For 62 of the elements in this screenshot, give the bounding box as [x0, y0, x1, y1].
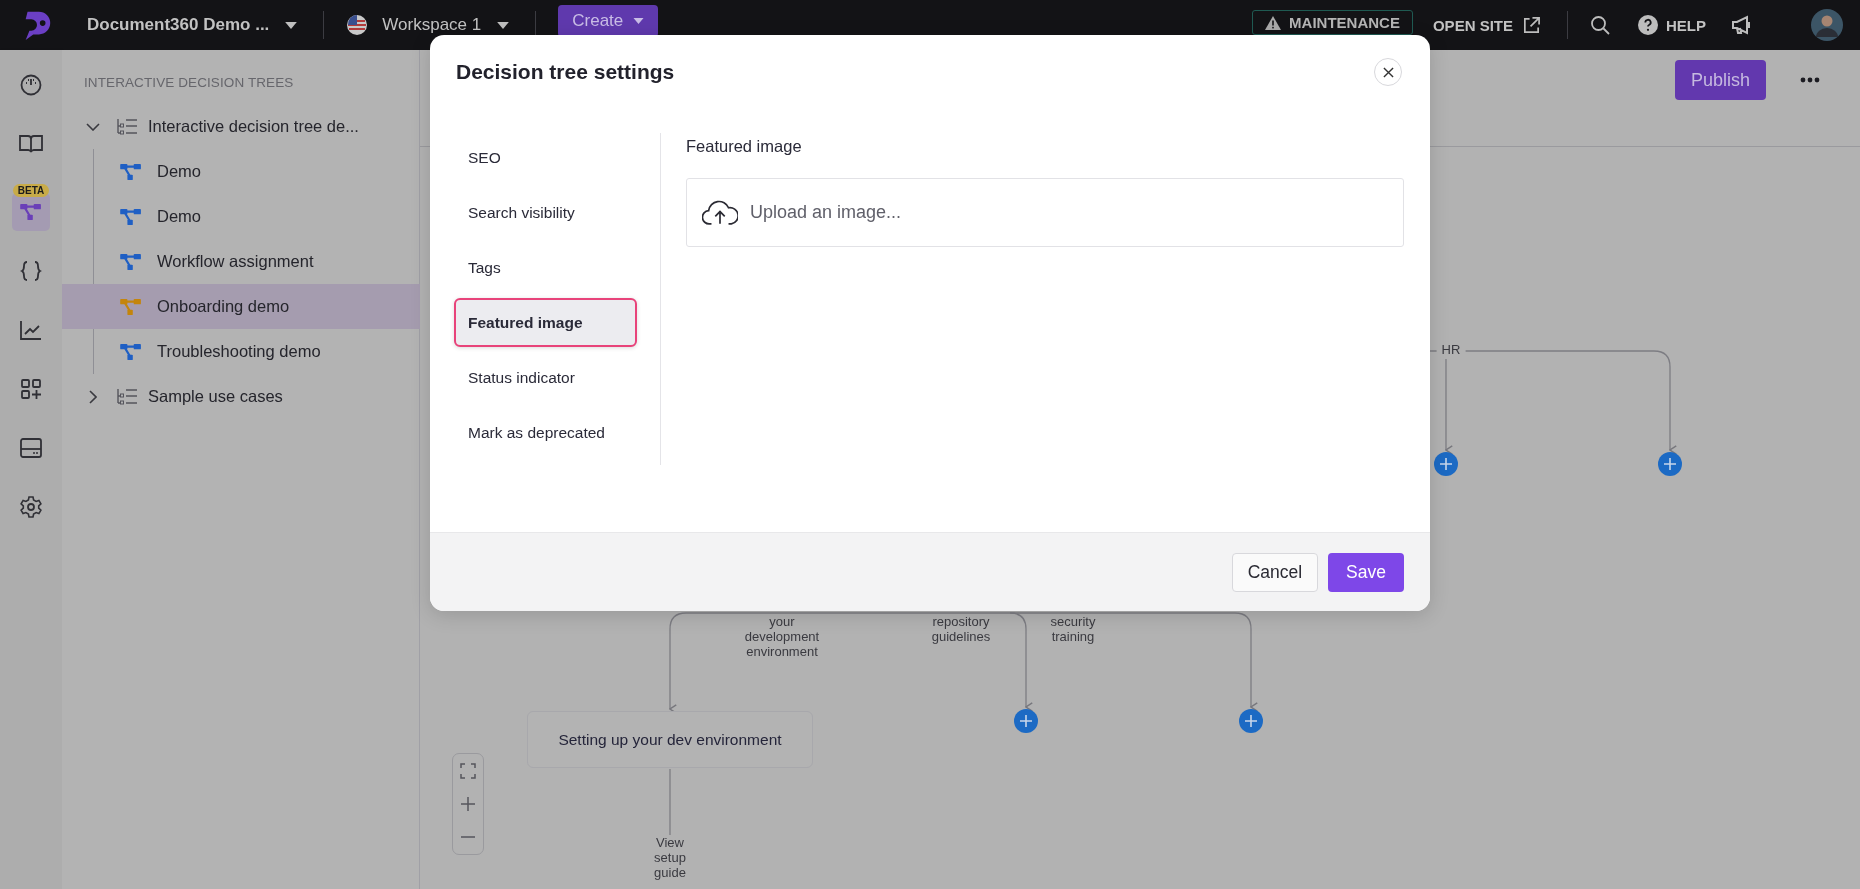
cancel-button[interactable]: Cancel [1231, 552, 1319, 592]
create-button[interactable]: Create [558, 5, 659, 37]
braces-icon [20, 260, 42, 282]
folder-row[interactable]: Interactive decision tree de... [62, 104, 419, 149]
upload-field[interactable]: Upload an image... [686, 178, 1404, 247]
maintenance-label: MAINTENANCE [1289, 14, 1400, 31]
settings-tab[interactable]: Mark as deprecated [454, 408, 637, 457]
flag-icon [346, 14, 369, 36]
help-link[interactable]: HELP [1666, 16, 1706, 34]
add-node-icon[interactable] [1239, 709, 1263, 733]
add-node-icon[interactable] [1658, 452, 1682, 476]
add-node-icon[interactable] [1434, 452, 1458, 476]
publish-button[interactable]: Publish [1674, 60, 1766, 100]
section-heading: INTERACTIVE DECISION TREES [83, 75, 295, 90]
avatar[interactable] [1811, 9, 1843, 41]
maintenance-badge[interactable]: MAINTENANCE [1252, 10, 1413, 35]
nav-button[interactable] [12, 193, 50, 231]
caret-icon[interactable] [285, 21, 298, 29]
apps-icon [21, 379, 41, 399]
gauge-icon [20, 74, 42, 96]
open-site-link[interactable]: OPEN SITE [1432, 16, 1513, 34]
settings-tab[interactable]: Tags [454, 243, 637, 292]
search-icon[interactable] [1590, 15, 1610, 35]
close-button[interactable] [1374, 58, 1402, 86]
help-icon[interactable] [1638, 15, 1658, 35]
caret-icon[interactable] [497, 21, 510, 29]
settings-tab[interactable]: Search visibility [454, 188, 637, 237]
upload-cloud-icon [702, 199, 738, 226]
settings-tab[interactable]: Status indicator [454, 353, 637, 402]
panel-icon [20, 438, 42, 458]
tree-item[interactable]: Workflow assignment [62, 239, 420, 284]
workspace-selector[interactable]: Workspace 1 [382, 15, 482, 35]
chart-icon [20, 320, 42, 340]
tree-item[interactable]: Demo [62, 194, 420, 239]
tree-item[interactable]: Demo [62, 149, 420, 194]
tree-node[interactable]: Setting up your dev environment [527, 711, 813, 768]
tree-item[interactable]: Onboarding demo [62, 284, 420, 329]
save-button[interactable]: Save [1328, 552, 1404, 592]
chevron-icon[interactable] [89, 389, 97, 404]
section-title: Featured image [686, 136, 803, 157]
external-link-icon[interactable] [1522, 15, 1541, 35]
add-node-icon[interactable] [1014, 709, 1038, 733]
tree-icon [20, 203, 42, 221]
dialog-title: Decision tree settings [456, 59, 675, 85]
beta-badge: BETA [12, 184, 50, 197]
book-icon [19, 134, 43, 154]
folder-row[interactable]: Sample use cases [62, 374, 419, 419]
connector-line [669, 768, 671, 836]
megaphone-icon[interactable] [1731, 15, 1753, 35]
tree-item[interactable]: Troubleshooting demo [62, 329, 420, 374]
edge-label: HR [1436, 342, 1466, 357]
settings-tab[interactable]: Featured image [454, 298, 637, 347]
list-icon [116, 387, 138, 406]
list-icon [116, 117, 138, 136]
caret-icon [633, 18, 645, 24]
warning-icon [1265, 15, 1282, 30]
chevron-icon[interactable] [86, 122, 100, 131]
project-selector[interactable]: Document360 Demo ... [87, 15, 270, 35]
settings-icon [20, 496, 42, 518]
settings-tab[interactable]: SEO [454, 133, 637, 182]
close-icon [1382, 66, 1394, 78]
more-icon[interactable] [1800, 77, 1820, 83]
